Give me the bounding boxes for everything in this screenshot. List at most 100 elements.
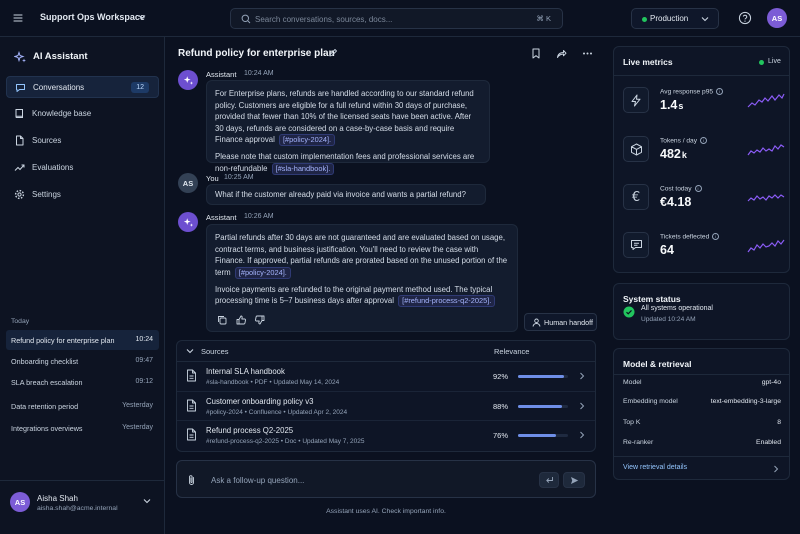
source-meta: #sla-handbook • PDF • Updated May 14, 20…	[206, 379, 340, 386]
history-section-label: Today	[11, 318, 30, 325]
relevance-fill	[518, 434, 556, 437]
thumbs-up-icon[interactable]	[236, 315, 246, 325]
metric-cost: € Cost today i €4.18	[623, 184, 785, 224]
sidebar-item-sources[interactable]: Sources	[6, 130, 159, 152]
sidebar-item-conversations[interactable]: Conversations 12	[6, 76, 159, 98]
relevance-bar	[518, 434, 568, 437]
chevron-down-icon[interactable]	[138, 14, 146, 20]
citation-tag[interactable]: [#refund-process-q2-2025].	[398, 295, 496, 308]
paperclip-icon[interactable]	[187, 474, 196, 486]
help-icon[interactable]	[738, 11, 752, 25]
pencil-icon[interactable]	[328, 48, 338, 58]
sidebar-item-evaluations[interactable]: Evaluations	[6, 157, 159, 179]
relevance-value: 76%	[493, 431, 509, 440]
sidebar-item-settings[interactable]: Settings	[6, 184, 159, 206]
metric-value: €4.18	[660, 195, 692, 209]
history-item[interactable]: Data retention period Yesterday	[6, 396, 159, 416]
avatar[interactable]: AS	[767, 8, 787, 28]
document-icon	[186, 369, 197, 382]
status-dot	[642, 17, 647, 22]
bookmark-icon[interactable]	[531, 48, 541, 59]
message-sender: Assistant	[206, 70, 237, 79]
metric-value: 1.4	[660, 98, 678, 112]
kv-key: Embedding model	[623, 398, 678, 405]
kv-row: Top K 8	[623, 419, 781, 431]
environment-label: Production	[650, 14, 689, 23]
user-message: What if the customer already paid via in…	[206, 184, 486, 205]
thumbs-down-icon[interactable]	[255, 315, 265, 325]
history-item[interactable]: Onboarding checklist 09:47	[6, 351, 159, 371]
sparkline	[747, 194, 785, 202]
search-input[interactable]	[255, 12, 505, 26]
chevron-right-icon[interactable]	[773, 465, 779, 473]
relevance-value: 88%	[493, 402, 509, 411]
message-text: Please note that custom implementation f…	[215, 152, 475, 173]
panel-title: System status	[623, 294, 681, 304]
source-row[interactable]: Customer onboarding policy v3 #policy-20…	[177, 391, 595, 420]
sidebar-item-label: Settings	[32, 190, 61, 199]
source-meta: #policy-2024 • Confluence • Updated Apr …	[206, 409, 348, 416]
divider	[0, 480, 165, 481]
chevron-right-icon	[579, 431, 585, 439]
info-icon[interactable]: i	[694, 185, 702, 192]
environment-select[interactable]: Production	[631, 8, 719, 29]
sparkline	[747, 239, 785, 253]
history-time: 09:47	[135, 357, 153, 364]
assistant-avatar	[178, 212, 198, 232]
view-retrieval-link[interactable]: View retrieval details	[623, 464, 687, 471]
gear-icon	[14, 189, 25, 200]
info-icon[interactable]: i	[700, 137, 708, 144]
sidebar-item-knowledge-base[interactable]: Knowledge base	[6, 103, 159, 125]
history-time: 10:24	[135, 336, 153, 343]
chevron-down-icon[interactable]	[186, 348, 194, 354]
metric-label: Avg response p95	[660, 88, 714, 96]
workspace-title[interactable]: Support Ops Workspace	[40, 12, 145, 22]
metric-tokens: Tokens / day i 482k	[623, 136, 785, 176]
panel-title: Live metrics	[623, 57, 673, 67]
kv-row: Model gpt-4o	[623, 379, 781, 391]
kv-value: Enabled	[756, 439, 781, 446]
history-title: SLA breach escalation	[11, 378, 83, 387]
info-icon[interactable]: i	[716, 88, 724, 95]
user-icon	[532, 318, 541, 327]
history-item[interactable]: SLA breach escalation 09:12	[6, 372, 159, 392]
kv-key: Model	[623, 379, 642, 386]
citation-tag[interactable]: [#sla-handbook].	[271, 162, 335, 175]
user-email: aisha.shah@acme.internal	[37, 505, 118, 512]
history-item[interactable]: Integrations overviews Yesterday	[6, 418, 159, 438]
metric-unit: s	[678, 101, 684, 111]
more-icon[interactable]	[582, 48, 593, 59]
enter-icon[interactable]	[539, 472, 559, 488]
kv-value: text-embedding-3-large	[710, 398, 781, 405]
message-sender: Assistant	[206, 213, 237, 222]
trend-icon	[14, 162, 25, 173]
sparkle-icon	[14, 51, 27, 64]
search-box[interactable]: ⌘ K	[230, 8, 563, 29]
citation-tag[interactable]: [#policy-2024].	[234, 266, 291, 279]
info-icon[interactable]: i	[712, 233, 720, 240]
relevance-bar	[518, 375, 568, 378]
chevron-down-icon[interactable]	[143, 498, 151, 504]
human-handoff-button[interactable]: Human handoff	[524, 313, 597, 331]
metric-avg-response: Avg response p95 i 1.4s	[623, 87, 785, 127]
status-updated: Updated 10:24 AM	[641, 316, 696, 323]
ticket-icon	[623, 232, 649, 258]
share-icon[interactable]	[556, 48, 567, 59]
history-item[interactable]: Refund policy for enterprise plan 10:24	[6, 330, 159, 350]
sparkline	[747, 144, 785, 156]
bolt-icon	[623, 87, 649, 113]
source-row[interactable]: Internal SLA handbook #sla-handbook • PD…	[177, 362, 595, 391]
copy-icon[interactable]	[217, 315, 227, 325]
kv-key: Top K	[623, 419, 641, 426]
avatar[interactable]: AS	[10, 492, 30, 512]
citation-tag[interactable]: [#policy-2024].	[279, 134, 336, 147]
sources-panel: Sources Relevance Internal SLA handbook …	[176, 340, 596, 452]
chevron-right-icon	[579, 402, 585, 410]
source-row[interactable]: Refund process Q2-2025 #refund-process-q…	[177, 420, 595, 449]
cube-icon	[623, 136, 649, 162]
source-title: Refund process Q2-2025	[206, 426, 294, 435]
send-button[interactable]	[563, 472, 585, 488]
menu-icon[interactable]	[12, 12, 24, 24]
page-title: Refund policy for enterprise plan	[178, 48, 335, 59]
follow-up-input[interactable]	[211, 473, 511, 487]
